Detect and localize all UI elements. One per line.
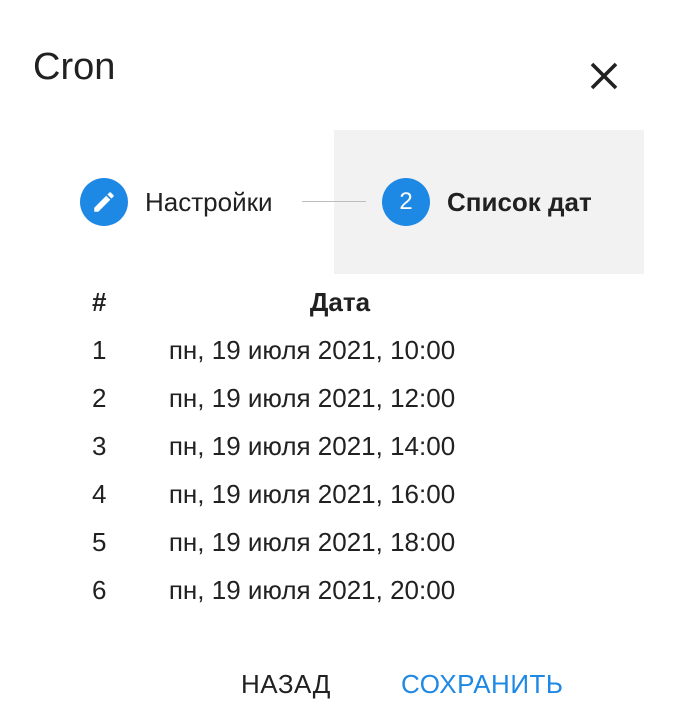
close-button[interactable] <box>580 52 628 100</box>
row-num: 4 <box>92 478 107 509</box>
dates-table: # Дата 1 пн, 19 июля 2021, 10:00 2 пн, 1… <box>80 278 594 614</box>
header-num: # <box>92 286 107 317</box>
row-num: 6 <box>92 574 107 605</box>
step-date-list-label: Список дат <box>447 186 592 217</box>
step-settings-circle <box>80 178 128 226</box>
step-date-list-number: 2 <box>382 178 430 226</box>
table-header: # Дата <box>80 278 594 326</box>
row-num: 2 <box>92 382 107 413</box>
back-button[interactable]: НАЗАД <box>233 656 339 712</box>
row-date: пн, 19 июля 2021, 10:00 <box>168 334 456 365</box>
row-date: пн, 19 июля 2021, 20:00 <box>168 574 456 605</box>
row-date: пн, 19 июля 2021, 16:00 <box>168 478 456 509</box>
row-num: 3 <box>92 430 107 461</box>
header-date: Дата <box>309 286 371 317</box>
cron-dialog: Cron Настройки 2 Список дат # Дата 1 пн,… <box>0 0 674 722</box>
step-settings[interactable]: Настройки <box>80 178 273 226</box>
table-row: 3 пн, 19 июля 2021, 14:00 <box>80 422 594 470</box>
step-settings-label: Настройки <box>145 186 273 217</box>
table-row: 2 пн, 19 июля 2021, 12:00 <box>80 374 594 422</box>
table-row: 6 пн, 19 июля 2021, 20:00 <box>80 566 594 614</box>
step-date-list[interactable]: 2 Список дат <box>382 178 592 226</box>
step-connector <box>302 201 366 202</box>
row-num: 1 <box>92 334 107 365</box>
close-icon <box>590 62 618 90</box>
table-row: 1 пн, 19 июля 2021, 10:00 <box>80 326 594 374</box>
row-date: пн, 19 июля 2021, 14:00 <box>168 430 456 461</box>
pencil-icon <box>94 192 114 212</box>
dialog-actions: НАЗАД СОХРАНИТЬ <box>0 656 674 712</box>
dialog-title: Cron <box>33 46 116 88</box>
table-row: 4 пн, 19 июля 2021, 16:00 <box>80 470 594 518</box>
save-button[interactable]: СОХРАНИТЬ <box>393 656 571 712</box>
row-date: пн, 19 июля 2021, 12:00 <box>168 382 456 413</box>
row-num: 5 <box>92 526 107 557</box>
table-row: 5 пн, 19 июля 2021, 18:00 <box>80 518 594 566</box>
stepper: Настройки 2 Список дат <box>0 130 674 274</box>
row-date: пн, 19 июля 2021, 18:00 <box>168 526 456 557</box>
